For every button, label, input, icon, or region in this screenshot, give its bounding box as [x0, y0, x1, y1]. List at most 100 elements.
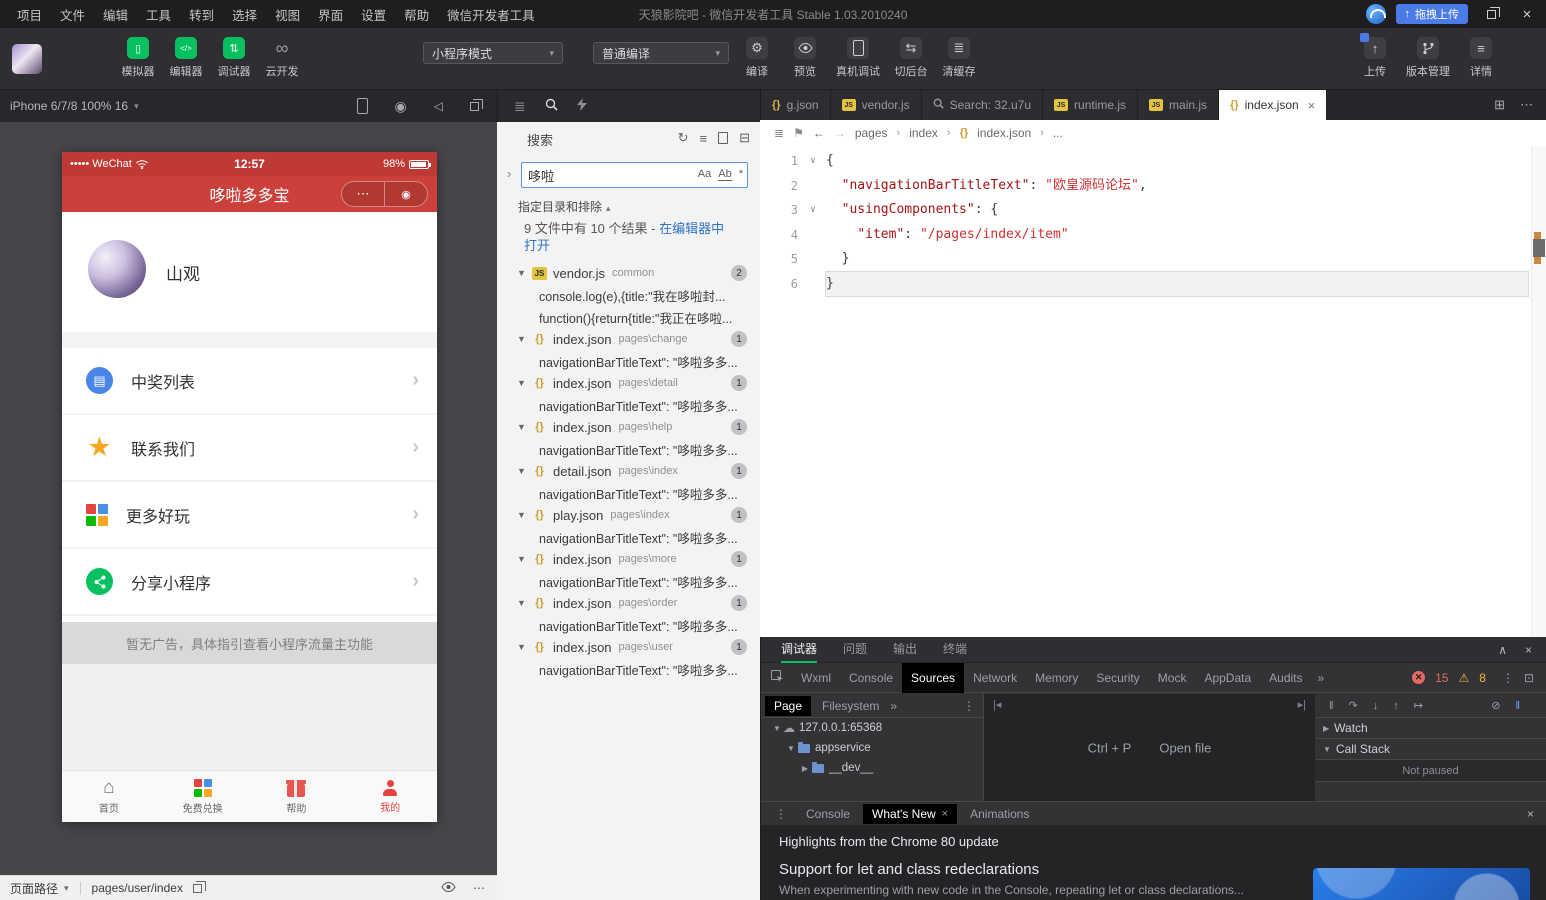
inspect-element-icon[interactable] — [771, 670, 784, 686]
list-item-more-fun[interactable]: 更多好玩 › — [62, 482, 437, 549]
menu-item[interactable]: 项目 — [8, 5, 51, 24]
tree-item-appservice[interactable]: ▼ appservice — [761, 738, 983, 758]
drawer-tab-console[interactable]: Console — [797, 804, 859, 824]
menu-item[interactable]: 界面 — [309, 5, 352, 24]
tree-item-dev[interactable]: ▶ __dev__ — [761, 758, 983, 778]
menu-item[interactable]: 视图 — [266, 5, 309, 24]
toggle-drawer-icon[interactable]: ⊡ — [1524, 671, 1534, 685]
tab-main-js[interactable]: JSmain.js — [1138, 90, 1219, 120]
lightning-icon[interactable] — [577, 98, 587, 114]
volume-icon[interactable]: ◁ — [434, 99, 443, 113]
list-item-contact[interactable]: ★ 联系我们 › — [62, 415, 437, 482]
workspace-avatar[interactable] — [12, 44, 42, 74]
call-stack-section[interactable]: ▼ Call Stack — [1315, 739, 1546, 760]
breadcrumb-segment[interactable]: ... — [1053, 126, 1063, 140]
devtools-tab-mock[interactable]: Mock — [1149, 663, 1196, 693]
exit-button[interactable]: ◉ — [384, 182, 427, 206]
search-result-file[interactable]: ▼{}index.jsonpages\detail1 — [497, 372, 760, 394]
menu-item[interactable]: 帮助 — [395, 5, 438, 24]
pause-icon[interactable]: ‖ — [1329, 700, 1334, 712]
close-icon[interactable]: × — [1308, 98, 1316, 113]
tab-index-json[interactable]: {}index.json× — [1219, 90, 1327, 120]
more-tabs-icon[interactable]: » — [890, 699, 897, 713]
tab-vendor-js[interactable]: JSvendor.js — [831, 90, 922, 120]
tab-free-exchange[interactable]: 免费兑换 — [156, 771, 250, 822]
deactivate-breakpoints-icon[interactable]: ⊘ — [1491, 699, 1500, 712]
fold-icon[interactable]: ∨ — [807, 149, 819, 174]
list-item-prize[interactable]: ▤ 中奖列表 › — [62, 348, 437, 415]
regex-toggle[interactable]: * — [739, 168, 743, 181]
version-manage-button[interactable]: 版本管理 — [1399, 37, 1457, 79]
step-into-icon[interactable]: ↓ — [1373, 700, 1379, 712]
search-result-match[interactable]: navigationBarTitleText": "哆啦多多... — [497, 614, 760, 636]
nav-back-icon[interactable]: |◂ — [993, 698, 1001, 711]
search-result-file[interactable]: ▼{}index.jsonpages\user1 — [497, 636, 760, 658]
more-options-icon[interactable]: ⋮ — [1496, 671, 1514, 685]
code-line[interactable]: } — [826, 272, 1528, 297]
outline-icon[interactable]: ≣ — [774, 126, 784, 140]
menu-item[interactable]: 设置 — [352, 5, 395, 24]
error-count[interactable]: 15 — [1435, 671, 1448, 685]
debugger-panel-tab[interactable]: 调试器 — [781, 637, 817, 663]
more-tabs-icon[interactable]: » — [1312, 671, 1331, 685]
article-thumbnail[interactable] — [1313, 868, 1530, 900]
explorer-icon[interactable]: ≣ — [514, 98, 526, 115]
watch-section[interactable]: ▶ Watch — [1315, 718, 1546, 739]
tree-item-origin[interactable]: ▼ ☁ 127.0.0.1:65368 — [761, 718, 983, 738]
menu-item[interactable]: 工具 — [137, 5, 180, 24]
search-result-file[interactable]: ▼{}index.jsonpages\change1 — [497, 328, 760, 350]
eye-icon[interactable] — [441, 881, 456, 895]
shortcut-action[interactable]: Open file — [1159, 740, 1211, 755]
breadcrumb-segment[interactable]: index.json — [977, 126, 1031, 140]
drag-upload-button[interactable]: ↑拖拽上传 — [1396, 4, 1469, 24]
menu-item[interactable]: 文件 — [51, 5, 94, 24]
device-select[interactable]: iPhone 6/7/8 100% 16 — [10, 99, 128, 113]
tab-g-json[interactable]: {}g.json — [761, 90, 831, 120]
step-over-icon[interactable]: ↷ — [1349, 699, 1358, 712]
menu-item[interactable]: 选择 — [223, 5, 266, 24]
clear-results-icon[interactable]: ≡ — [700, 131, 708, 146]
simulator-button[interactable]: ▯ 模拟器 — [114, 37, 162, 79]
compile-button[interactable]: ⚙ 编译 — [733, 37, 781, 79]
more-options-icon[interactable]: ⋮ — [769, 807, 793, 821]
chevron-down-icon[interactable]: ▾ — [64, 883, 69, 894]
tab-mine[interactable]: 我的 — [343, 771, 437, 822]
nav-forward-icon[interactable]: ▸| — [1298, 698, 1306, 711]
device-frame-icon[interactable] — [357, 98, 368, 114]
step-icon[interactable]: ↦ — [1414, 699, 1423, 712]
collapse-panel-icon[interactable]: ∧ — [1498, 643, 1507, 657]
editor-scrollbar[interactable] — [1531, 146, 1546, 637]
search-result-match[interactable]: function(){return{title:"我正在哆啦... — [497, 306, 760, 328]
code-line[interactable]: "item": "/pages/index/item" — [826, 223, 1528, 248]
search-result-match[interactable]: navigationBarTitleText": "哆啦多多... — [497, 394, 760, 416]
devtools-tab-security[interactable]: Security — [1087, 663, 1148, 693]
preview-button[interactable]: 预览 — [781, 37, 829, 79]
tab-runtime-js[interactable]: JSruntime.js — [1043, 90, 1138, 120]
sources-tab-filesystem[interactable]: Filesystem — [813, 696, 888, 716]
back-arrow-icon[interactable]: ← — [813, 126, 825, 140]
detail-button[interactable]: ≡ 详情 — [1457, 37, 1505, 79]
devtools-tab-network[interactable]: Network — [964, 663, 1026, 693]
more-actions-icon[interactable]: ⋯ — [1520, 97, 1533, 113]
split-editor-icon[interactable]: ⊞ — [1494, 97, 1505, 113]
breadcrumb-segment[interactable]: pages — [855, 126, 888, 140]
cloud-dev-button[interactable]: ∞ 云开发 — [258, 37, 306, 79]
code-line[interactable]: } — [826, 247, 1528, 272]
devtools-tab-console[interactable]: Console — [840, 663, 902, 693]
more-actions-icon[interactable]: ⋯ — [473, 881, 485, 895]
close-drawer-icon[interactable]: × — [1527, 807, 1534, 821]
user-avatar[interactable] — [88, 240, 146, 298]
search-result-file[interactable]: ▼{}index.jsonpages\more1 — [497, 548, 760, 570]
restore-window-button[interactable] — [1478, 0, 1504, 28]
drawer-tab-whats-new[interactable]: What's New× — [863, 804, 957, 824]
search-filter-toggle[interactable]: 指定目录和排除▴ — [518, 198, 611, 215]
menu-item[interactable]: 编辑 — [94, 5, 137, 24]
close-icon[interactable]: × — [942, 808, 948, 820]
menu-item[interactable]: 转到 — [180, 5, 223, 24]
devtools-tab-wxml[interactable]: Wxml — [792, 663, 840, 693]
code-editor[interactable]: 1∨23∨456 { "navigationBarTitleText": "欧皇… — [760, 146, 1546, 637]
code-line[interactable]: "navigationBarTitleText": "欧皇源码论坛", — [826, 174, 1528, 199]
search-result-file[interactable]: ▼JSvendor.jscommon2 — [497, 262, 760, 284]
step-out-icon[interactable]: ↑ — [1393, 700, 1399, 712]
switch-background-button[interactable]: ⇆ 切后台 — [887, 37, 935, 79]
